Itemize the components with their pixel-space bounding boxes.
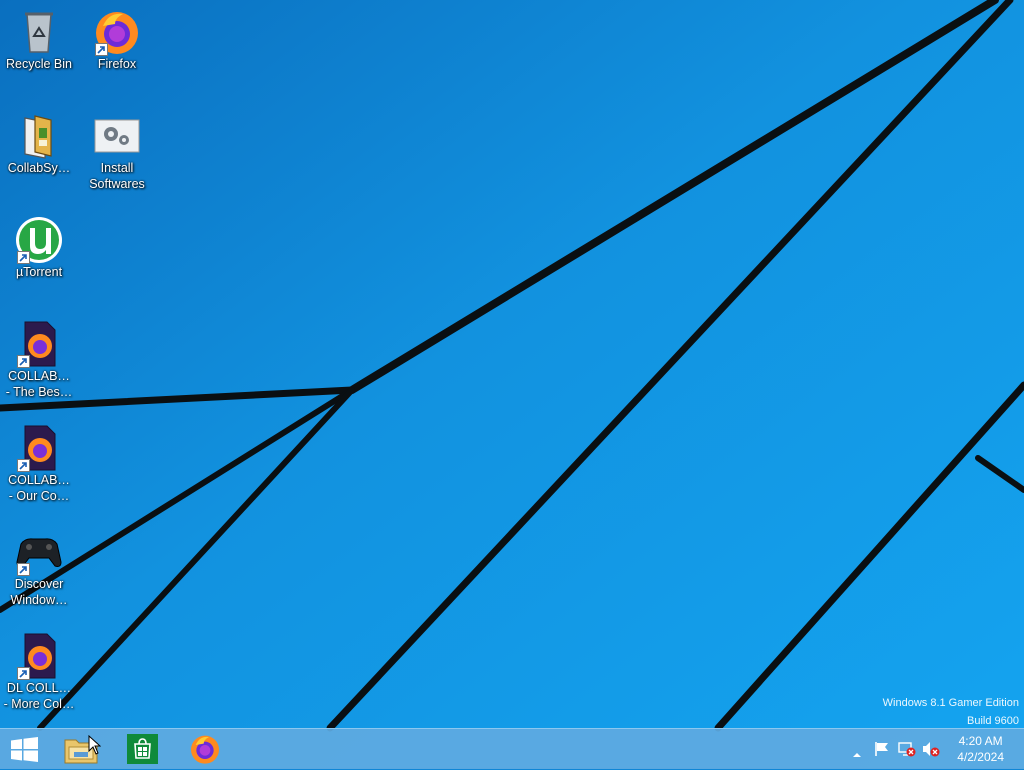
taskbar-file-explorer[interactable] bbox=[58, 729, 104, 769]
desktop-icon-recycle-bin[interactable]: Recycle Bin bbox=[0, 8, 78, 72]
shortcut-arrow-icon bbox=[17, 459, 30, 472]
watermark-edition: Windows 8.1 Gamer Edition bbox=[882, 697, 1019, 709]
shortcut-arrow-icon bbox=[17, 667, 30, 680]
start-button[interactable] bbox=[0, 729, 50, 769]
folder-icon bbox=[15, 115, 63, 164]
desktop-icon-label: Install Softwares bbox=[89, 161, 145, 191]
windows-edition-watermark: Windows 8.1 Gamer Edition Build 9600 bbox=[883, 694, 1019, 730]
network-icon[interactable] bbox=[898, 741, 916, 762]
desktop-icon-install-softwares[interactable]: Install Softwares bbox=[78, 112, 156, 192]
shortcut-arrow-icon bbox=[17, 563, 30, 576]
desktop-icon-discover-windows[interactable]: Discover Window… bbox=[0, 528, 78, 608]
desktop-icon-collab-our-co[interactable]: COLLAB… - Our Co… bbox=[0, 424, 78, 504]
shortcut-arrow-icon bbox=[17, 251, 30, 264]
taskbar-clock[interactable]: 4:20 AM 4/2/2024 bbox=[957, 733, 1004, 765]
shortcut-arrow-icon bbox=[95, 43, 108, 56]
mouse-cursor-icon bbox=[88, 734, 102, 760]
desktop-icon-label: COLLAB… - The Bes… bbox=[5, 369, 73, 399]
desktop-icon-label: COLLAB… - Our Co… bbox=[8, 473, 70, 503]
shortcut-arrow-icon bbox=[17, 355, 30, 368]
desktop-icon-dl-collab[interactable]: DL COLL… - More Col… bbox=[0, 632, 78, 712]
store-icon bbox=[127, 734, 158, 769]
action-center-flag-icon[interactable] bbox=[874, 741, 890, 762]
clock-time: 4:20 AM bbox=[958, 734, 1003, 748]
volume-muted-icon[interactable] bbox=[922, 741, 940, 762]
taskbar: 4:20 AM 4/2/2024 bbox=[0, 728, 1024, 769]
desktop-icon-collab-the-best[interactable]: COLLAB… - The Bes… bbox=[0, 320, 78, 400]
gears-icon bbox=[93, 119, 141, 164]
desktop-icon-utorrent[interactable]: µTorrent bbox=[0, 216, 78, 280]
start-icon bbox=[11, 737, 38, 767]
show-hidden-icons-icon[interactable] bbox=[852, 745, 862, 763]
desktop-icon-firefox[interactable]: Firefox bbox=[78, 8, 156, 72]
recycle-bin-icon bbox=[15, 12, 63, 60]
desktop-icon-label: DL COLL… - More Col… bbox=[3, 681, 75, 711]
clock-date: 4/2/2024 bbox=[957, 750, 1004, 764]
firefox-icon bbox=[189, 733, 221, 770]
desktop-icon-label: Discover Window… bbox=[10, 577, 68, 607]
taskbar-store[interactable] bbox=[120, 729, 166, 769]
desktop-icon-collabsy[interactable]: CollabSy… bbox=[0, 112, 78, 176]
taskbar-firefox[interactable] bbox=[182, 729, 228, 769]
